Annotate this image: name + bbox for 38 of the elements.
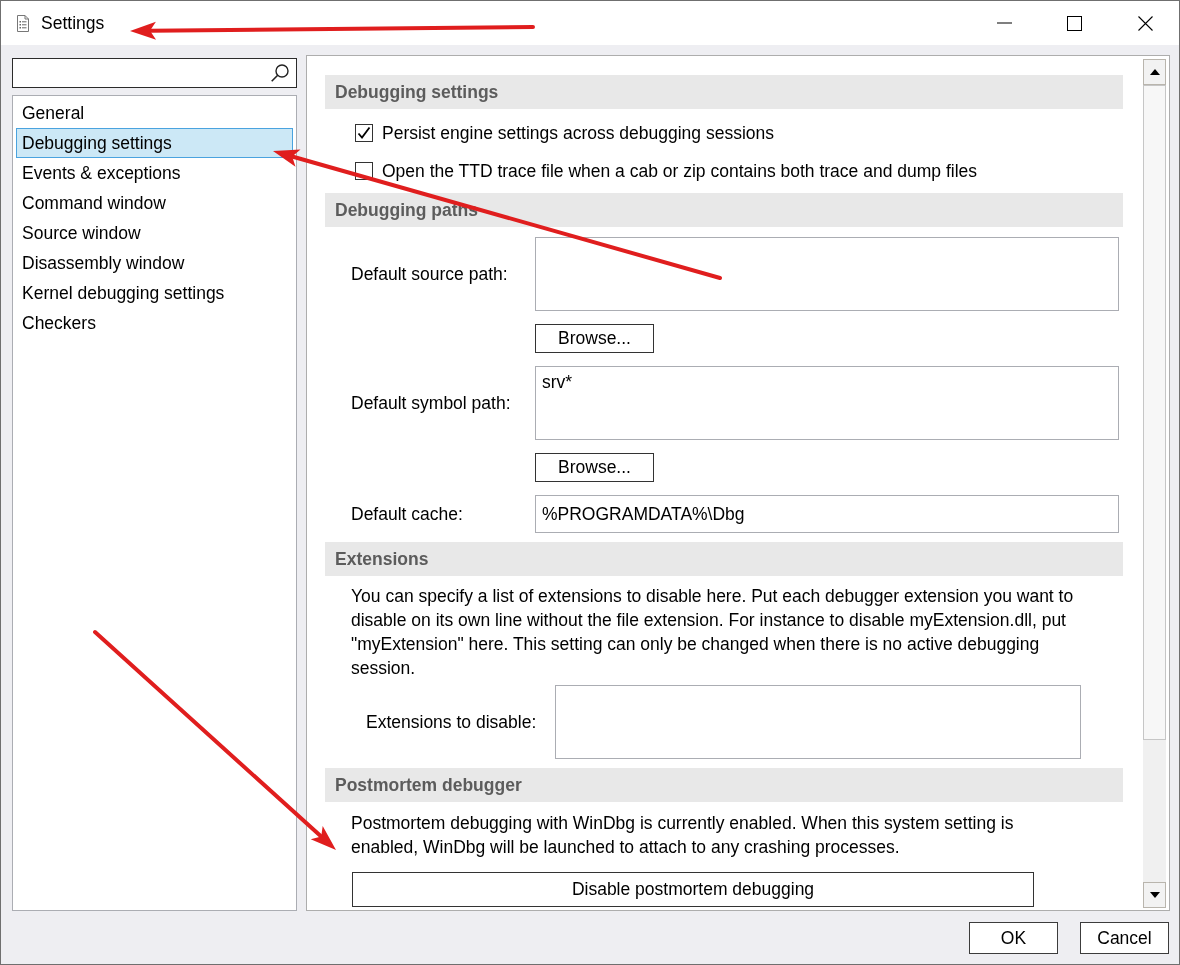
browse-button[interactable]: Browse... (535, 324, 654, 353)
disable-button[interactable]: Disable postmortem debugging (352, 872, 1034, 907)
section-header: Extensions (325, 542, 1123, 576)
field-label: Default cache: (351, 503, 464, 525)
document-list-icon (17, 14, 29, 32)
sidebar-item[interactable]: Kernel debugging settings (16, 278, 293, 308)
caret-up-icon (1149, 69, 1160, 75)
sidebar-item[interactable]: Debugging settings (16, 128, 293, 158)
section-header: Debugging settings (325, 75, 1123, 109)
field-label: Default source path: (351, 263, 509, 285)
checkbox-label: Open the TTD trace file when a cab or zip contains both trace and dump files (382, 160, 977, 182)
sidebar-item[interactable]: General (16, 98, 293, 128)
sidebar-item[interactable]: Command window (16, 188, 293, 218)
dialog-button[interactable]: Cancel (1080, 922, 1169, 954)
sidebar-item[interactable]: Checkers (16, 308, 293, 338)
close-icon[interactable] (1138, 15, 1153, 31)
field-label: Default symbol path: (351, 392, 512, 414)
scroll-down-button[interactable] (1143, 882, 1166, 908)
checkbox-label: Persist engine settings across debugging sessions (382, 122, 775, 144)
section-header: Postmortem debugger (325, 768, 1123, 802)
browse-button[interactable]: Browse... (535, 453, 654, 482)
window-title: Settings (41, 12, 105, 34)
caret-down-icon (1149, 892, 1160, 898)
search-field[interactable] (12, 58, 297, 88)
description-text: You can specify a list of extensions to disable here. Put each debugger extension you want to disable on its own line without the file extension. For instance to disable myExtension.dll, put "myExtension" here. This setting can only be changed when there is no active debugging session. (350, 585, 1075, 680)
scroll-up-button[interactable] (1143, 59, 1166, 85)
text-area[interactable]: srv* (535, 366, 1119, 440)
sidebar-item[interactable]: Events & exceptions (16, 158, 293, 188)
description-text: Postmortem debugging with WinDbg is currently enabled. When this system setting is enabled, WinDbg will be launched to attach to any crashing processes. (350, 812, 1015, 859)
sidebar-item[interactable]: Source window (16, 218, 293, 248)
dialog-button[interactable]: OK (969, 922, 1058, 954)
sidebar-item[interactable]: Disassembly window (16, 248, 293, 278)
scrollbar-thumb[interactable] (1143, 85, 1166, 740)
maximize-icon[interactable] (1067, 15, 1082, 31)
text-field[interactable]: %PROGRAMDATA%\Dbg (535, 495, 1119, 533)
search-icon (271, 64, 289, 82)
checkbox[interactable] (355, 124, 373, 142)
field-label: Extensions to disable: (366, 711, 538, 733)
